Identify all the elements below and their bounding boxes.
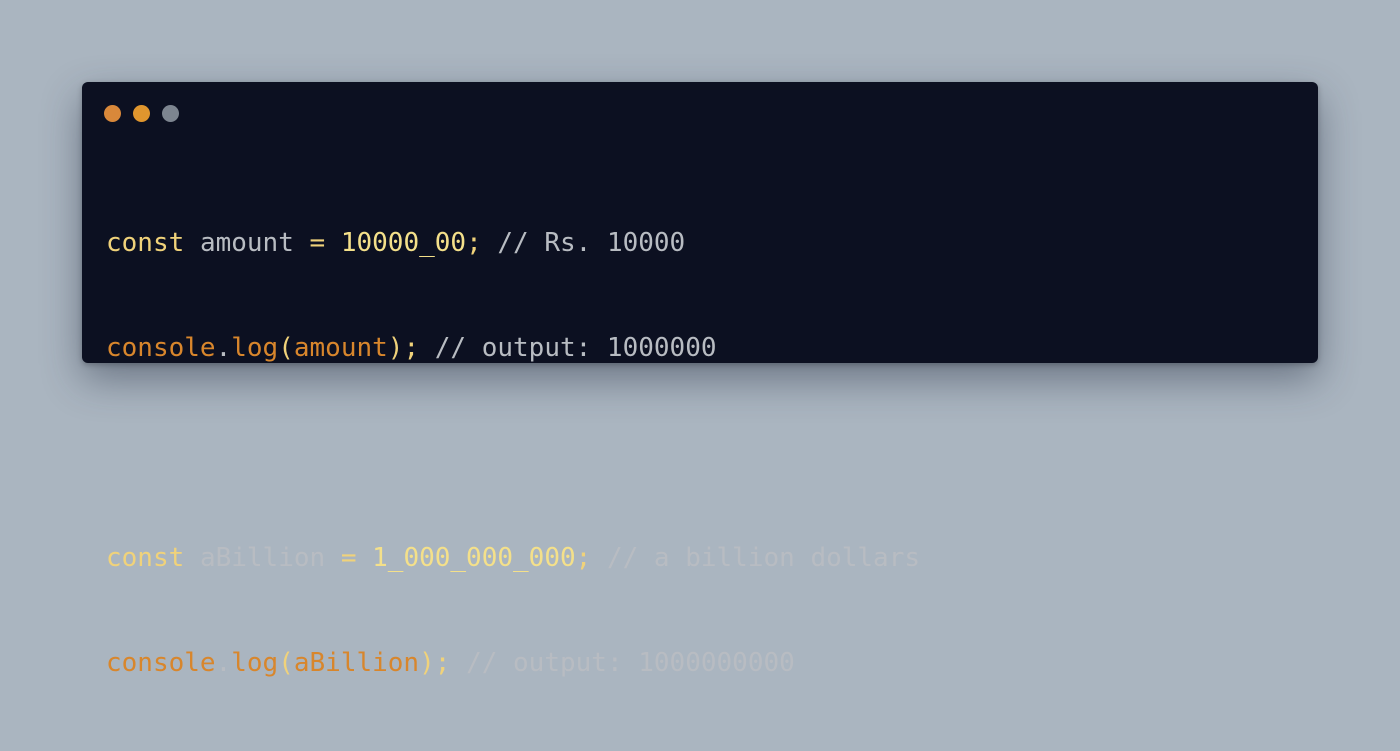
terminator: ; bbox=[403, 333, 420, 363]
dot-operator: . bbox=[215, 333, 232, 363]
close-paren: ) bbox=[419, 648, 435, 678]
operator: = bbox=[340, 543, 357, 573]
operator: = bbox=[309, 228, 326, 258]
close-paren: ) bbox=[387, 333, 404, 363]
window-controls bbox=[104, 105, 179, 122]
code-window: const amount = 10000_00; // Rs. 10000 co… bbox=[82, 82, 1318, 678]
comment: // output: 1000000 bbox=[434, 333, 717, 363]
comment: // Rs. 10000 bbox=[497, 228, 686, 258]
open-paren: ( bbox=[278, 333, 294, 363]
number-literal: 1_000_000_000 bbox=[372, 543, 576, 573]
number-literal: 10000_00 bbox=[340, 228, 467, 258]
keyword: const bbox=[106, 543, 185, 573]
minimize-dot-icon[interactable] bbox=[133, 105, 150, 122]
object: console bbox=[106, 333, 216, 363]
code-line-4: const aBillion = 1_000_000_000; // a bil… bbox=[106, 541, 920, 576]
code-line-1: const amount = 10000_00; // Rs. 10000 bbox=[106, 226, 920, 261]
code-line-5: console.log(aBillion); // output: 100000… bbox=[106, 646, 920, 681]
code-line-3-blank bbox=[106, 436, 920, 471]
object: console bbox=[106, 648, 216, 678]
terminator: ; bbox=[434, 648, 451, 678]
dot-operator: . bbox=[215, 648, 232, 678]
close-dot-icon[interactable] bbox=[104, 105, 121, 122]
keyword: const bbox=[106, 228, 185, 258]
maximize-dot-icon[interactable] bbox=[162, 105, 179, 122]
method: log bbox=[231, 333, 279, 363]
terminator: ; bbox=[575, 543, 592, 573]
argument: amount bbox=[293, 333, 388, 363]
comment: // output: 1000000000 bbox=[466, 648, 795, 678]
comment: // a billion dollars bbox=[606, 543, 921, 573]
open-paren: ( bbox=[278, 648, 294, 678]
identifier: amount bbox=[199, 228, 294, 258]
argument: aBillion bbox=[293, 648, 420, 678]
code-block: const amount = 10000_00; // Rs. 10000 co… bbox=[106, 156, 920, 751]
code-line-2: console.log(amount); // output: 1000000 bbox=[106, 331, 920, 366]
method: log bbox=[231, 648, 279, 678]
terminator: ; bbox=[466, 228, 482, 258]
identifier: aBillion bbox=[199, 543, 326, 573]
